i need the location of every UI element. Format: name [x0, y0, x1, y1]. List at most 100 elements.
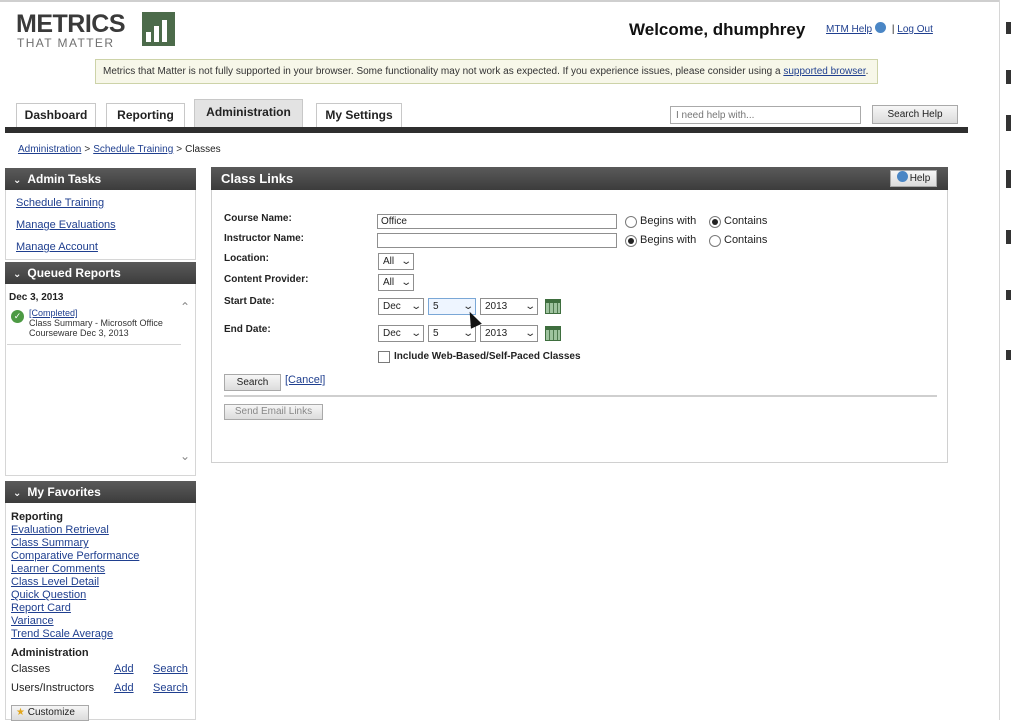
favorite-classes-label: Classes [11, 663, 51, 675]
end-month-select[interactable]: Dec ⌄ [378, 325, 424, 342]
course-begins-with-radio[interactable] [625, 216, 637, 228]
location-label: Location: [224, 253, 269, 264]
queued-report-item-date: Dec 3, 2013 [80, 328, 129, 338]
mtm-help-link[interactable]: MTM Help [826, 24, 872, 35]
edge-glyph [1006, 115, 1011, 131]
tab-administration[interactable]: Administration [194, 99, 303, 127]
content-provider-select[interactable]: All ⌄ [378, 274, 414, 291]
queued-report-divider [7, 344, 181, 345]
breadcrumb-separator: > [176, 144, 183, 155]
tab-reporting[interactable]: Reporting [106, 103, 185, 127]
my-favorites-header[interactable]: ⌄ My Favorites [5, 481, 196, 503]
dropdown-arrow-icon: ⌄ [399, 256, 412, 267]
completed-status-link[interactable]: [Completed] [29, 308, 78, 318]
header-separator: | [891, 24, 895, 35]
favorite-link[interactable]: Variance [11, 615, 54, 627]
tab-my-settings[interactable]: My Settings [316, 103, 402, 127]
scroll-up-icon[interactable]: ⌃ [180, 300, 190, 314]
end-date-calendar-icon[interactable] [545, 326, 561, 341]
form-divider [224, 395, 937, 397]
start-day-value: 5 [433, 301, 439, 312]
metrics-that-matter-logo: METRICS THAT MATTER [16, 10, 176, 50]
end-year-select[interactable]: 2013 ⌄ [480, 325, 538, 342]
my-favorites-title: My Favorites [27, 485, 101, 499]
queued-report-date: Dec 3, 2013 [9, 292, 64, 303]
notice-end: . [865, 66, 869, 77]
favorite-link[interactable]: Comparative Performance [11, 550, 139, 562]
include-web-based-label: Include Web-Based/Self-Paced Classes [394, 351, 581, 362]
queued-reports-header[interactable]: ⌄ Queued Reports [5, 262, 196, 284]
dropdown-arrow-icon: ⌄ [523, 301, 536, 312]
admin-tasks-header[interactable]: ⌄ Admin Tasks [5, 168, 196, 190]
help-button-label: Help [909, 173, 931, 184]
cancel-link[interactable]: [Cancel] [285, 374, 325, 386]
star-icon: ★ [16, 707, 25, 718]
instructor-begins-with-label: Begins with [640, 234, 697, 246]
instructor-name-label: Instructor Name: [224, 233, 305, 244]
start-month-value: Dec [383, 301, 401, 312]
include-web-based-checkbox[interactable] [378, 351, 390, 363]
header-links: MTM Help | Log Out [826, 22, 933, 35]
edge-glyph [1006, 70, 1011, 84]
favorite-users-add-link[interactable]: Add [114, 682, 134, 694]
help-button[interactable]: Help [890, 170, 937, 187]
favorite-link[interactable]: Class Level Detail [11, 576, 99, 588]
location-value: All [383, 256, 395, 267]
customize-label: Customize [27, 707, 75, 718]
favorite-classes-add-link[interactable]: Add [114, 663, 134, 675]
logo-tagline: THAT MATTER [17, 36, 115, 50]
favorite-users-search-link[interactable]: Search [153, 682, 188, 694]
instructor-begins-with-radio[interactable] [625, 235, 637, 247]
course-name-input[interactable]: Office [377, 214, 617, 229]
send-email-links-button[interactable]: Send Email Links [224, 404, 323, 420]
dropdown-arrow-icon: ⌄ [399, 277, 412, 288]
end-year-value: 2013 [485, 328, 508, 339]
end-day-select[interactable]: 5 ⌄ [428, 325, 476, 342]
breadcrumb-administration[interactable]: Administration [18, 144, 81, 155]
course-contains-radio[interactable] [709, 216, 721, 228]
favorite-link[interactable]: Class Summary [11, 537, 89, 549]
favorites-administration-heading: Administration [11, 647, 89, 659]
collapse-chevron-icon: ⌄ [13, 269, 22, 280]
manage-account-link[interactable]: Manage Account [16, 241, 98, 253]
help-info-icon[interactable] [875, 22, 887, 33]
end-date-label: End Date: [224, 324, 271, 335]
start-date-calendar-icon[interactable] [545, 299, 561, 314]
logo-wordmark: METRICS [16, 10, 126, 38]
tab-dashboard[interactable]: Dashboard [16, 103, 96, 127]
edge-glyph [1006, 350, 1011, 360]
content-provider-label: Content Provider: [224, 274, 309, 285]
instructor-name-input[interactable] [377, 233, 617, 248]
queued-report-item: [Completed] Class Summary - Microsoft Of… [29, 308, 179, 338]
breadcrumb-schedule-training[interactable]: Schedule Training [93, 144, 173, 155]
favorite-link[interactable]: Evaluation Retrieval [11, 524, 109, 536]
class-links-header: Class Links [211, 167, 948, 190]
instructor-contains-radio[interactable] [709, 235, 721, 247]
search-button[interactable]: Search [224, 374, 281, 391]
favorite-classes-search-link[interactable]: Search [153, 663, 188, 675]
start-year-select[interactable]: 2013 ⌄ [480, 298, 538, 315]
manage-evaluations-link[interactable]: Manage Evaluations [16, 219, 116, 231]
scroll-down-icon[interactable]: ⌄ [180, 449, 190, 463]
help-search-input[interactable] [670, 106, 861, 124]
favorite-link[interactable]: Quick Question [11, 589, 86, 601]
schedule-training-link[interactable]: Schedule Training [16, 197, 104, 209]
dropdown-arrow-icon: ⌄ [409, 301, 422, 312]
start-month-select[interactable]: Dec ⌄ [378, 298, 424, 315]
collapse-chevron-icon: ⌄ [13, 175, 22, 186]
logout-link[interactable]: Log Out [897, 24, 933, 35]
location-select[interactable]: All ⌄ [378, 253, 414, 270]
end-day-value: 5 [433, 328, 439, 339]
customize-button[interactable]: ★ Customize [11, 705, 89, 721]
completed-check-icon: ✓ [11, 310, 24, 323]
start-date-label: Start Date: [224, 296, 275, 307]
edge-glyph [1006, 22, 1011, 34]
favorite-users-label: Users/Instructors [11, 682, 95, 694]
favorite-link[interactable]: Report Card [11, 602, 71, 614]
supported-browser-link[interactable]: supported browser [783, 66, 865, 77]
search-help-button[interactable]: Search Help [872, 105, 958, 124]
favorite-link[interactable]: Learner Comments [11, 563, 105, 575]
favorite-link[interactable]: Trend Scale Average [11, 628, 113, 640]
dropdown-arrow-icon: ⌄ [523, 328, 536, 339]
breadcrumb-separator: > [84, 144, 91, 155]
